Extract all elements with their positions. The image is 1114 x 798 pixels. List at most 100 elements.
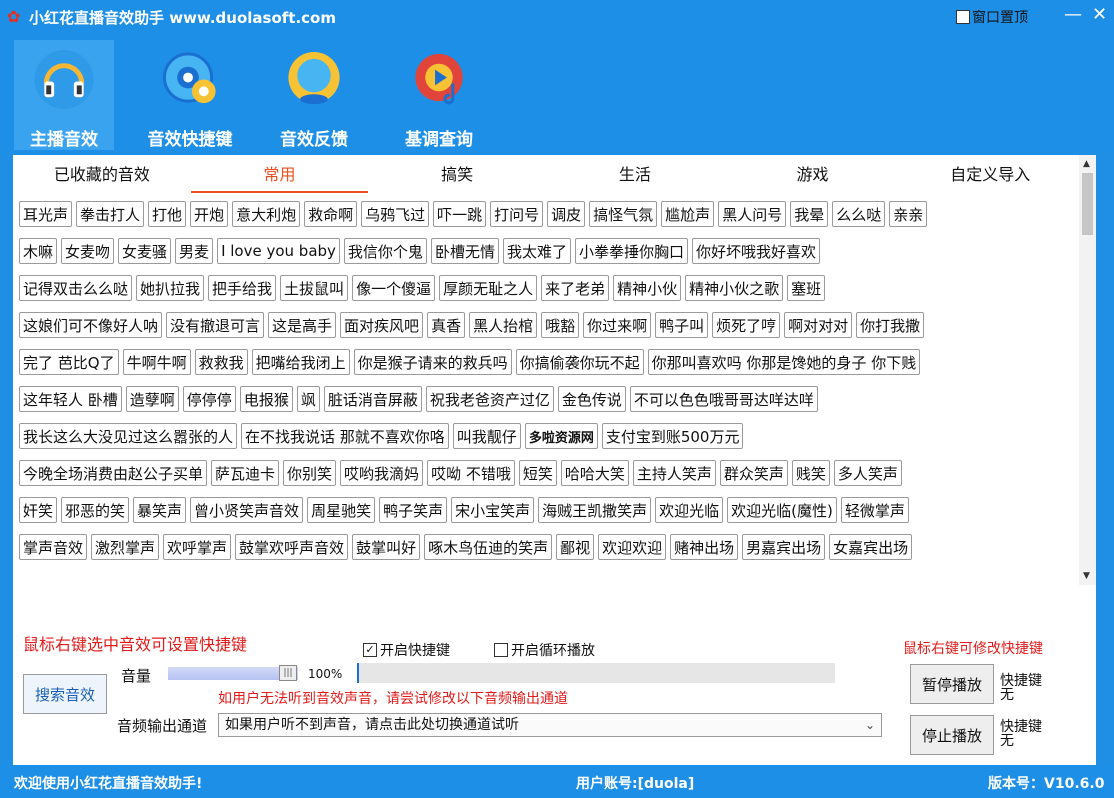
- sound-button[interactable]: 你过来啊: [583, 312, 652, 338]
- sound-button[interactable]: 贱笑: [791, 460, 830, 486]
- sound-button[interactable]: 群众笑声: [719, 460, 788, 486]
- sound-button[interactable]: 我信你个鬼: [343, 238, 427, 264]
- stop-play-button[interactable]: 停止播放: [910, 715, 994, 755]
- sound-button[interactable]: 你别笑: [283, 460, 337, 486]
- sound-button[interactable]: 赌神出场: [670, 534, 739, 560]
- sound-button[interactable]: 周星驰笑: [307, 497, 376, 523]
- sound-button[interactable]: 厚颜无耻之人: [439, 275, 538, 301]
- sound-button[interactable]: 鄙视: [556, 534, 595, 560]
- sound-button[interactable]: 搞怪气氛: [589, 201, 658, 227]
- sound-button[interactable]: 这年轻人 卧槽: [19, 386, 122, 412]
- toolbar-item-host-sounds[interactable]: 主播音效: [14, 40, 114, 150]
- sound-button[interactable]: 救命啊: [304, 201, 358, 227]
- sound-button[interactable]: 不可以色色哦哥哥达咩达咩: [629, 386, 818, 412]
- sound-button[interactable]: 打问号: [490, 201, 544, 227]
- enable-hotkey-checkbox[interactable]: ✓ 开启快捷键: [363, 640, 450, 660]
- sound-button[interactable]: 你搞偷袭你玩不起: [515, 349, 644, 375]
- sound-button[interactable]: 把手给我: [208, 275, 277, 301]
- sound-button[interactable]: 多人笑声: [833, 460, 902, 486]
- loop-play-checkbox[interactable]: 开启循环播放: [494, 640, 595, 660]
- sound-button[interactable]: 哦豁: [541, 312, 580, 338]
- sound-button[interactable]: 飒: [296, 386, 320, 412]
- sound-button[interactable]: 轻微掌声: [840, 497, 909, 523]
- sound-button[interactable]: 开炮: [190, 201, 229, 227]
- sound-button[interactable]: 曾小贤笑声音效: [190, 497, 304, 523]
- chevron-down-icon[interactable]: ⌄: [865, 714, 875, 736]
- sound-button[interactable]: 小拳拳捶你胸口: [574, 238, 688, 264]
- tab-0[interactable]: 已收藏的音效: [13, 155, 191, 195]
- sound-button[interactable]: 哈哈大笑: [560, 460, 629, 486]
- sound-button[interactable]: 吓一跳: [433, 201, 487, 227]
- sound-button[interactable]: 救救我: [194, 349, 248, 375]
- sound-button[interactable]: 牛啊牛啊: [122, 349, 191, 375]
- sound-button[interactable]: 主持人笑声: [632, 460, 716, 486]
- sound-button[interactable]: 在不找我说话 那就不喜欢你咯: [241, 423, 449, 449]
- sound-button[interactable]: 鸭子笑声: [379, 497, 448, 523]
- sound-button[interactable]: 我长这么大没见过这么嚣张的人: [19, 423, 238, 449]
- sound-button[interactable]: 电报猴: [239, 386, 293, 412]
- sound-button[interactable]: 多啦资源网: [524, 423, 598, 449]
- pin-checkbox-box[interactable]: [956, 10, 970, 24]
- sound-button[interactable]: 像一个傻逼: [352, 275, 436, 301]
- sound-button[interactable]: 亲亲: [889, 201, 928, 227]
- sound-button[interactable]: 她扒拉我: [136, 275, 205, 301]
- sound-button[interactable]: 我晕: [790, 201, 829, 227]
- sound-button[interactable]: 男嘉宾出场: [742, 534, 826, 560]
- sound-button[interactable]: 记得双击么么哒: [19, 275, 133, 301]
- sound-button[interactable]: 欢迎光临: [655, 497, 724, 523]
- toolbar-item-key-query[interactable]: 基调查询: [389, 40, 489, 150]
- sound-button[interactable]: 叫我靓仔: [452, 423, 521, 449]
- search-sound-button[interactable]: 搜索音效: [23, 674, 107, 714]
- sound-button[interactable]: 精神小伙之歌: [685, 275, 784, 301]
- sound-button[interactable]: 真香: [427, 312, 466, 338]
- sound-button[interactable]: 这是高手: [268, 312, 337, 338]
- sound-button[interactable]: 鼓掌欢呼声音效: [235, 534, 349, 560]
- sound-button[interactable]: 啊对对对: [784, 312, 853, 338]
- sound-button[interactable]: 没有撤退可言: [166, 312, 265, 338]
- sound-button[interactable]: 欢呼掌声: [163, 534, 232, 560]
- sound-button[interactable]: 邪恶的笑: [61, 497, 130, 523]
- sound-button[interactable]: 打他: [148, 201, 187, 227]
- sound-button[interactable]: 女麦吻: [61, 238, 115, 264]
- sound-button[interactable]: 暴笑声: [133, 497, 187, 523]
- sound-button[interactable]: 掌声音效: [19, 534, 88, 560]
- sound-button[interactable]: 你那叫喜欢吗 你那是馋她的身子 你下贱: [647, 349, 921, 375]
- sound-button[interactable]: 男麦: [175, 238, 214, 264]
- scroll-thumb[interactable]: [1082, 173, 1093, 235]
- sound-button[interactable]: 乌鸦飞过: [361, 201, 430, 227]
- sound-button[interactable]: 完了 芭比Q了: [19, 349, 119, 375]
- sound-button[interactable]: 耳光声: [19, 201, 73, 227]
- sound-button[interactable]: 脏话消音屏蔽: [323, 386, 422, 412]
- toolbar-item-feedback[interactable]: 音效反馈: [264, 40, 364, 150]
- tab-3[interactable]: 生活: [546, 155, 724, 195]
- sound-button[interactable]: 海贼王凯撒笑声: [538, 497, 652, 523]
- pause-play-button[interactable]: 暂停播放: [910, 664, 994, 704]
- sound-button[interactable]: 哎哟我滴妈: [340, 460, 424, 486]
- sound-button[interactable]: 欢迎光临(魔性): [727, 497, 837, 523]
- sound-button[interactable]: 宋小宝笑声: [451, 497, 535, 523]
- sound-button[interactable]: 调皮: [547, 201, 586, 227]
- sound-button[interactable]: 萨瓦迪卡: [211, 460, 280, 486]
- sound-button[interactable]: 你打我撒: [856, 312, 925, 338]
- sound-button[interactable]: 啄木鸟伍迪的笑声: [424, 534, 553, 560]
- sound-button[interactable]: 我太难了: [502, 238, 571, 264]
- sound-button[interactable]: 造孽啊: [125, 386, 179, 412]
- sound-button[interactable]: 这娘们可不像好人呐: [19, 312, 163, 338]
- tab-1[interactable]: 常用: [190, 155, 369, 195]
- sound-button[interactable]: 木嘛: [19, 238, 58, 264]
- sound-button[interactable]: 拳击打人: [76, 201, 145, 227]
- pin-window-checkbox[interactable]: 窗口置顶: [956, 7, 1028, 27]
- vertical-scrollbar[interactable]: ▲ ▼: [1079, 155, 1096, 585]
- sound-button[interactable]: 今晚全场消费由赵公子买单: [19, 460, 208, 486]
- tab-4[interactable]: 游戏: [724, 155, 902, 195]
- sound-button[interactable]: 短笑: [518, 460, 557, 486]
- sound-button[interactable]: 哎呦 不错哦: [427, 460, 515, 486]
- scroll-down-icon[interactable]: ▼: [1083, 571, 1090, 581]
- checkbox-box[interactable]: ✓: [363, 643, 377, 657]
- scroll-up-icon[interactable]: ▲: [1083, 159, 1090, 169]
- sound-button[interactable]: 鼓掌叫好: [352, 534, 421, 560]
- sound-button[interactable]: 么么哒: [832, 201, 886, 227]
- sound-button[interactable]: 烦死了哼: [712, 312, 781, 338]
- tab-2[interactable]: 搞笑: [368, 155, 546, 195]
- minimize-button[interactable]: —: [1064, 4, 1082, 25]
